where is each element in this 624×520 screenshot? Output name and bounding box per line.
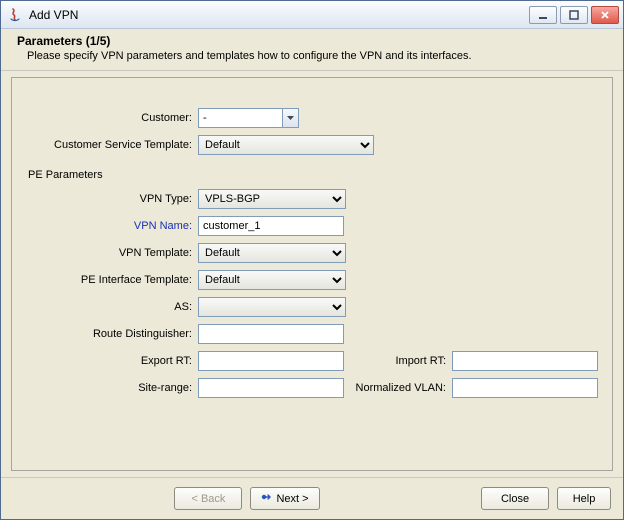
norm-vlan-label: Normalized VLAN:	[344, 382, 452, 394]
step-title: Parameters (1/5)	[17, 34, 613, 48]
as-select[interactable]	[198, 297, 346, 317]
cst-select[interactable]: Default	[198, 135, 374, 155]
export-rt-input[interactable]	[198, 351, 344, 371]
help-button[interactable]: Help	[557, 487, 611, 510]
content-area: Customer: Customer Service Template: Def…	[1, 71, 623, 477]
window-title: Add VPN	[29, 8, 529, 22]
norm-vlan-input[interactable]	[452, 378, 598, 398]
wizard-header: Parameters (1/5) Please specify VPN para…	[1, 29, 623, 71]
customer-dropdown-button[interactable]	[282, 108, 299, 128]
next-button[interactable]: Next >	[250, 487, 319, 510]
as-label: AS:	[26, 301, 198, 313]
vpn-name-label: VPN Name:	[26, 220, 198, 232]
back-button[interactable]: < Back	[174, 487, 242, 510]
maximize-button[interactable]	[560, 6, 588, 24]
minimize-button[interactable]	[529, 6, 557, 24]
pe-if-template-select[interactable]: Default	[198, 270, 346, 290]
import-rt-input[interactable]	[452, 351, 598, 371]
dialog-window: Add VPN Parameters (1/5) Please specify …	[0, 0, 624, 520]
window-controls	[529, 6, 619, 24]
vpn-type-select[interactable]: VPLS-BGP	[198, 189, 346, 209]
wizard-footer: < Back Next > Close Help	[1, 477, 623, 519]
import-rt-label: Import RT:	[344, 355, 452, 367]
rd-label: Route Distinguisher:	[26, 328, 198, 340]
vpn-template-select[interactable]: Default	[198, 243, 346, 263]
close-window-button[interactable]	[591, 6, 619, 24]
form-panel: Customer: Customer Service Template: Def…	[11, 77, 613, 471]
site-range-input[interactable]	[198, 378, 344, 398]
customer-label: Customer:	[26, 112, 198, 124]
vpn-type-label: VPN Type:	[26, 193, 198, 205]
titlebar: Add VPN	[1, 1, 623, 29]
cst-label: Customer Service Template:	[26, 139, 198, 151]
pe-if-template-label: PE Interface Template:	[26, 274, 198, 286]
rd-input[interactable]	[198, 324, 344, 344]
customer-combobox[interactable]	[198, 108, 299, 128]
next-icon	[261, 492, 271, 505]
vpn-name-input[interactable]	[198, 216, 344, 236]
customer-input[interactable]	[198, 108, 282, 128]
step-subtitle: Please specify VPN parameters and templa…	[17, 50, 613, 62]
site-range-label: Site-range:	[26, 382, 198, 394]
vpn-template-label: VPN Template:	[26, 247, 198, 259]
export-rt-label: Export RT:	[26, 355, 198, 367]
java-app-icon	[7, 7, 23, 23]
pe-parameters-label: PE Parameters	[26, 169, 598, 181]
next-label: Next >	[276, 493, 308, 505]
close-button[interactable]: Close	[481, 487, 549, 510]
